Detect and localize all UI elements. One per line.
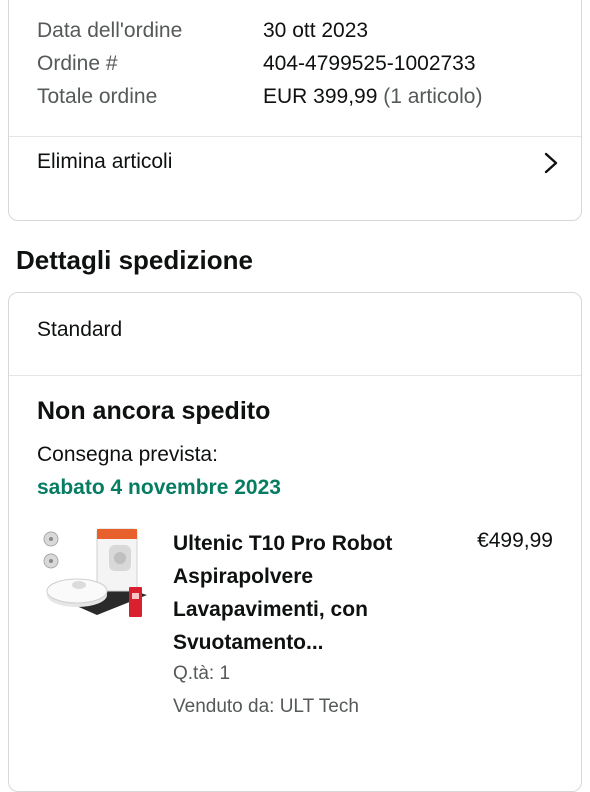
product-title-link[interactable]: Ultenic T10 Pro Robot Aspirapolvere Lava… bbox=[173, 527, 433, 659]
order-total-label: Totale ordine bbox=[37, 85, 158, 108]
order-total-value: EUR 399,99 (1 articolo) bbox=[263, 85, 482, 109]
shipping-section-title: Dettagli spedizione bbox=[16, 245, 253, 275]
order-number-label: Ordine # bbox=[37, 52, 118, 75]
order-date-label: Data dell'ordine bbox=[37, 19, 183, 42]
shipment-status: Non ancora spedito bbox=[37, 397, 271, 425]
divider bbox=[9, 375, 581, 376]
order-number-row: Ordine # 404-4799525-1002733 bbox=[37, 52, 581, 85]
robot-vacuum-image[interactable] bbox=[39, 523, 149, 629]
delete-items-link[interactable]: Elimina articoli bbox=[9, 136, 581, 210]
order-date-row: Data dell'ordine 30 ott 2023 bbox=[37, 19, 581, 52]
product-price: €499,99 bbox=[477, 529, 553, 552]
order-total-count: (1 articolo) bbox=[377, 85, 483, 108]
delivery-date: sabato 4 novembre 2023 bbox=[37, 476, 281, 499]
delete-items-label: Elimina articoli bbox=[37, 150, 173, 173]
shipping-method: Standard bbox=[37, 318, 123, 341]
order-total-row: Totale ordine EUR 399,99 (1 articolo) bbox=[37, 85, 581, 118]
shipping-card: Standard Non ancora spedito Consegna pre… bbox=[8, 292, 582, 792]
order-summary-card: Data dell'ordine 30 ott 2023 Ordine # 40… bbox=[8, 0, 582, 221]
delivery-label: Consegna prevista: bbox=[37, 443, 218, 466]
product-seller: Venduto da: ULT Tech bbox=[173, 696, 359, 717]
order-number-value: 404-4799525-1002733 bbox=[263, 52, 476, 75]
order-date-value: 30 ott 2023 bbox=[263, 19, 369, 42]
product-quantity: Q.tà: 1 bbox=[173, 663, 231, 684]
chevron-right-icon bbox=[544, 152, 558, 174]
order-total-amount: EUR 399,99 bbox=[263, 85, 378, 108]
